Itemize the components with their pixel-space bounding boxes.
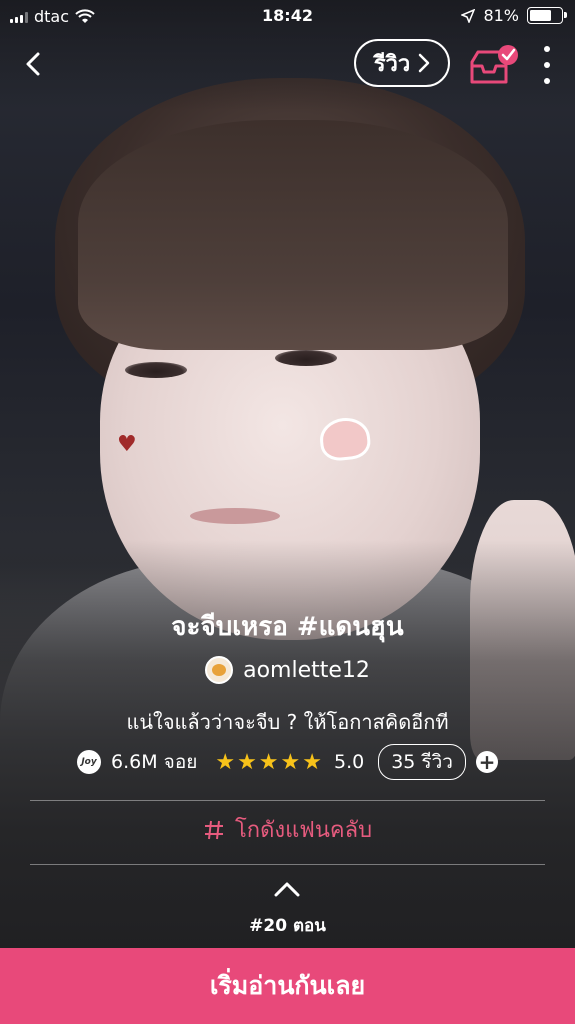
rating-value: 5.0 (333, 751, 365, 773)
avatar (205, 656, 234, 684)
back-button[interactable] (20, 48, 50, 80)
joy-icon: Joy (77, 750, 102, 774)
review-count-badge[interactable]: 35 รีวิว (378, 744, 466, 780)
inbox-check-icon (470, 45, 518, 84)
status-bar: dtac 18:42 81% (0, 0, 575, 32)
fanclub-link[interactable]: โกดังแฟนคลับ (0, 812, 575, 847)
chevron-left-icon (26, 52, 40, 76)
divider (30, 800, 545, 801)
story-title: จะจีบเหรอ #แดนฮุน (171, 612, 404, 642)
author-row[interactable]: aomlette12 (0, 656, 575, 684)
stats-row: Joy 6.6M จอย ★★★★★ 5.0 35 รีวิว + (0, 744, 575, 780)
star-rating-icon: ★★★★★ (215, 749, 324, 775)
fanclub-label: โกดังแฟนคลับ (234, 818, 373, 843)
start-reading-label: เริ่มอ่านกันเลย (209, 971, 366, 1000)
review-button[interactable]: รีวิว (354, 39, 450, 87)
review-button-label: รีวิว (373, 51, 411, 77)
start-reading-button[interactable]: เริ่มอ่านกันเลย (0, 948, 575, 1024)
battery-icon (527, 7, 567, 24)
expand-button[interactable] (273, 880, 301, 898)
add-icon[interactable]: + (475, 751, 498, 773)
library-button[interactable] (468, 44, 520, 88)
location-arrow-icon (461, 8, 476, 23)
story-description: แน่ใจแล้วว่าจะจีบ ? ให้โอกาสคิดอีกที (126, 710, 449, 734)
author-name: aomlette12 (243, 657, 370, 683)
read-count: 6.6M จอย (111, 751, 198, 773)
more-vertical-icon[interactable] (538, 46, 556, 84)
divider (30, 864, 545, 865)
episode-count: #20 ตอน (249, 916, 326, 936)
hashtag-icon (204, 820, 223, 839)
chevron-up-icon (274, 882, 300, 897)
battery-percent: 81% (483, 6, 519, 25)
chevron-right-icon (419, 53, 430, 73)
